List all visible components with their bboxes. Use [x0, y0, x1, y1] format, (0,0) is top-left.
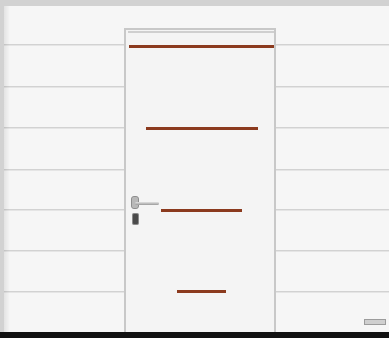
wicket-door[interactable]	[124, 28, 276, 332]
floor-strip	[0, 332, 389, 338]
sectional-garage-door	[4, 6, 389, 332]
lock-cylinder-icon	[132, 213, 139, 225]
left-edge-shadow	[4, 6, 10, 332]
garage-door-scene	[0, 0, 389, 338]
brand-plate-icon	[364, 319, 386, 325]
accent-stripe	[129, 45, 274, 48]
door-handle-icon[interactable]	[135, 202, 159, 205]
accent-stripe	[177, 290, 226, 293]
accent-stripe	[146, 127, 258, 130]
accent-stripe	[161, 209, 242, 212]
wicket-door-top-line	[128, 31, 274, 33]
